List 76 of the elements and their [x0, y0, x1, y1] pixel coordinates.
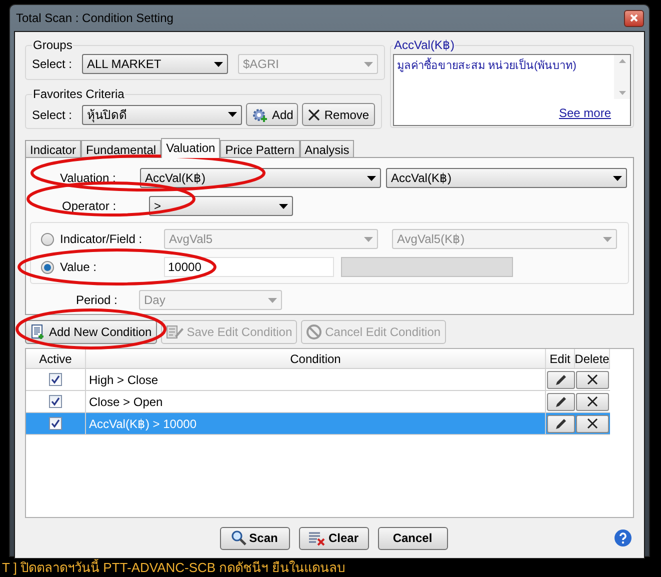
description-text: มูลค่าซื้อขายสะสม หน่วยเป็น(พันบาท): [397, 58, 611, 74]
period-label: Period :: [75, 292, 118, 309]
dropdown-caret-icon: [613, 176, 622, 180]
dropdown-caret-icon: [364, 62, 373, 66]
column-header: Active: [26, 349, 86, 368]
value-label: Value :: [60, 259, 98, 276]
help-icon[interactable]: [614, 529, 632, 547]
tab[interactable]: Analysis: [300, 140, 354, 157]
delete-button[interactable]: [576, 392, 609, 410]
magnifier-icon: [231, 530, 248, 546]
edit-button[interactable]: [546, 370, 574, 388]
tab[interactable]: Price Pattern: [220, 140, 300, 157]
condition-row[interactable]: High > Close: [26, 369, 610, 391]
column-header: Delete: [575, 349, 610, 368]
dropdown-caret-icon: [367, 176, 376, 180]
delete-button[interactable]: [576, 370, 609, 388]
pencil-icon: [554, 396, 566, 408]
valuation-dropdown[interactable]: AccVal(K฿): [140, 168, 381, 188]
pencil-icon: [554, 374, 566, 386]
close-icon: [630, 14, 638, 22]
tab[interactable]: Valuation: [161, 138, 220, 158]
select-label: Select :: [32, 56, 74, 73]
value-input[interactable]: 10000: [164, 257, 334, 277]
operator-dropdown[interactable]: >: [149, 196, 293, 216]
condition-text: High > Close: [89, 372, 158, 388]
dropdown-caret-icon: [364, 236, 373, 242]
group-dropdown[interactable]: ALL MARKET: [82, 54, 228, 74]
gear-plus-icon: [251, 106, 269, 122]
dropdown-caret-icon: [228, 112, 237, 117]
x-icon: [587, 396, 598, 407]
condition-row[interactable]: Close > Open: [26, 391, 610, 413]
remove-button[interactable]: Remove: [302, 103, 376, 126]
footer-button[interactable]: Scan: [220, 526, 290, 550]
operator-label: Operator :: [61, 198, 118, 215]
delete-button[interactable]: [576, 414, 609, 432]
news-ticker-text: T ] ปิดตลาดฯวันนี้ PTT-ADVANC-SCB กดดัชนีฯ ยืนในแดนลบ: [2, 558, 345, 577]
valuation-label: Valuation :: [59, 170, 117, 187]
groups-title: Groups: [32, 37, 74, 54]
radio-button[interactable]: [41, 232, 54, 246]
close-button[interactable]: [624, 10, 644, 26]
add-button[interactable]: Add: [246, 103, 298, 126]
dropdown-caret-icon: [603, 236, 612, 242]
see-more-link[interactable]: See more: [558, 104, 611, 122]
favorites-dropdown[interactable]: หุ้นปิดดี: [82, 104, 242, 124]
description-title: AccVal(K฿): [393, 37, 456, 54]
edit-button[interactable]: [546, 414, 574, 432]
x-icon: [587, 418, 598, 429]
radio-button[interactable]: [41, 260, 54, 274]
footer-button[interactable]: Cancel: [378, 526, 448, 550]
dropdown-caret-icon: [279, 204, 288, 208]
valuation-unit-dropdown[interactable]: AccVal(K฿): [386, 168, 627, 188]
pencil-icon: [554, 418, 566, 430]
edit-button[interactable]: [546, 392, 574, 410]
column-header: Edit: [546, 349, 575, 368]
condition-text: Close > Open: [89, 394, 163, 410]
indicator-field-label: Indicator/Field :: [60, 231, 144, 248]
tab[interactable]: Fundamental: [81, 140, 162, 157]
action-button[interactable]: Add New Condition: [25, 320, 157, 344]
checkbox[interactable]: [49, 395, 62, 408]
checkbox[interactable]: [49, 417, 62, 430]
dropdown-caret-icon: [268, 298, 277, 302]
footer-button[interactable]: Clear: [298, 526, 368, 550]
favorites-title: Favorites Criteria: [32, 86, 126, 103]
document-plus-icon: [30, 324, 46, 340]
select-label: Select :: [32, 106, 74, 124]
clear-list-icon: [308, 530, 326, 546]
pencil-document-icon: [166, 324, 184, 340]
dropdown-caret-icon: [214, 62, 223, 66]
tab[interactable]: Indicator: [25, 140, 82, 157]
prohibited-icon: [306, 324, 322, 340]
checkbox[interactable]: [49, 373, 62, 386]
x-icon: [308, 108, 320, 120]
condition-text: AccVal(K฿) > 10000: [89, 416, 196, 432]
column-header: Condition: [86, 349, 546, 368]
x-icon: [587, 374, 598, 385]
window-title: Total Scan : Condition Setting: [15, 10, 174, 27]
